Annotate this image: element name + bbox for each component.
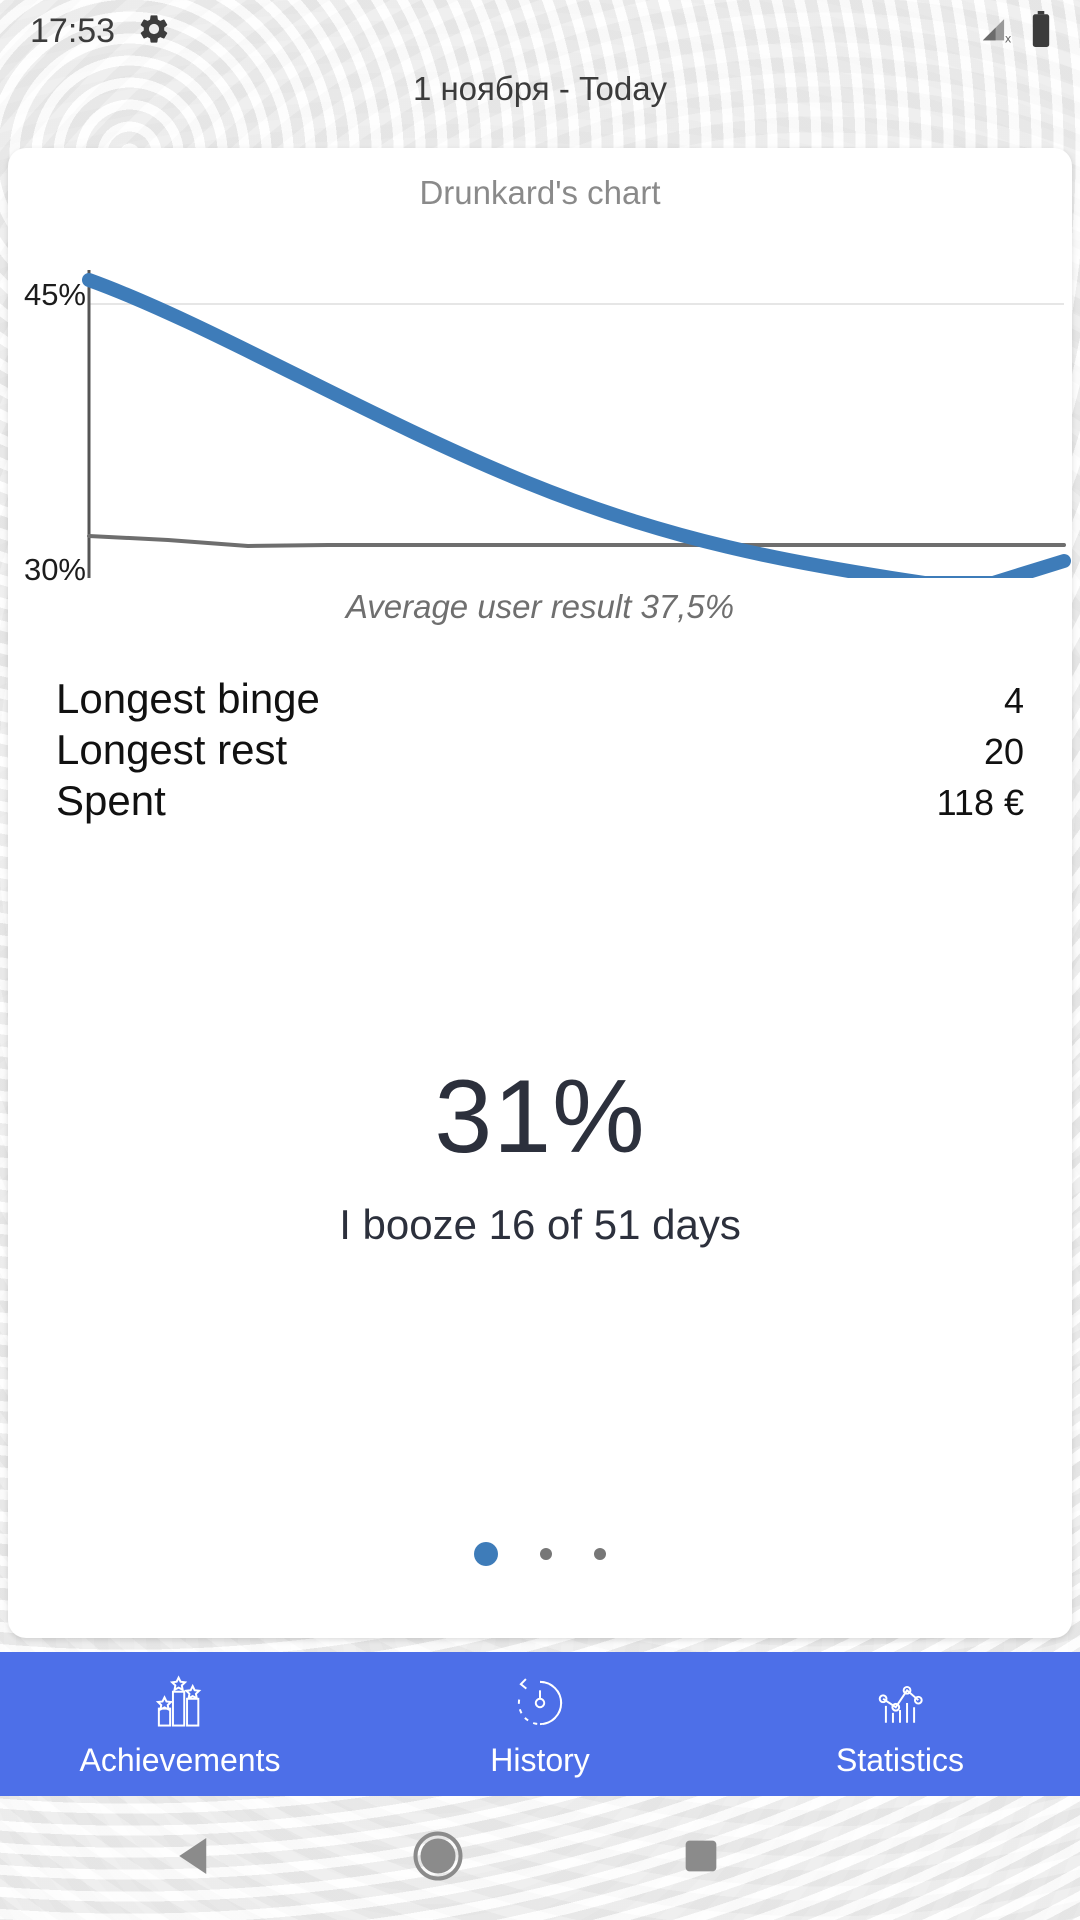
android-navigation-bar <box>0 1796 1080 1920</box>
statistics-chart-icon <box>869 1670 931 1736</box>
svg-text:x: x <box>1005 31 1012 45</box>
tab-label-history: History <box>490 1742 590 1779</box>
stat-label: Spent <box>56 776 166 825</box>
status-bar-left: 17:53 <box>30 12 171 51</box>
stats-list: Longest binge 4 Longest rest 20 Spent 11… <box>8 674 1072 827</box>
chart-plot-area <box>8 228 1072 578</box>
stat-value: 118 € <box>937 778 1024 827</box>
table-row: Spent 118 € <box>56 776 1024 827</box>
table-row: Longest rest 20 <box>56 725 1024 776</box>
drunkard-chart: 45% 30% <box>8 228 1072 578</box>
pager-dots[interactable] <box>8 1542 1072 1566</box>
recents-square-icon[interactable] <box>678 1833 724 1883</box>
status-bar: 17:53 x <box>0 0 1080 62</box>
signal-no-service-icon: x <box>980 12 1014 50</box>
tab-achievements[interactable]: Achievements <box>0 1652 360 1796</box>
pager-dot-3[interactable] <box>594 1548 606 1560</box>
history-clock-icon <box>509 1670 571 1736</box>
stat-label: Longest rest <box>56 725 287 774</box>
phone-screen: 17:53 x 1 ноябр <box>0 0 1080 1920</box>
average-user-line <box>89 536 1064 546</box>
battery-full-icon <box>1030 11 1052 51</box>
tab-label-statistics: Statistics <box>836 1742 964 1779</box>
achievements-bars-stars-icon <box>149 1670 211 1736</box>
tab-label-achievements: Achievements <box>80 1742 281 1779</box>
statistics-card: Drunkard's chart 45% 30% Average user re… <box>8 148 1072 1638</box>
stat-value: 4 <box>1004 676 1024 725</box>
pager-dot-2[interactable] <box>540 1548 552 1560</box>
average-user-caption: Average user result 37,5% <box>8 588 1072 626</box>
tab-history[interactable]: History <box>360 1652 720 1796</box>
table-row: Longest binge 4 <box>56 674 1024 725</box>
chart-title: Drunkard's chart <box>8 174 1072 212</box>
stat-value: 20 <box>984 727 1024 776</box>
gear-icon <box>137 12 171 50</box>
bottom-navigation: Achievements History <box>0 1652 1080 1796</box>
tab-statistics[interactable]: Statistics <box>720 1652 1080 1796</box>
big-percentage-subtitle: I booze 16 of 51 days <box>8 1201 1072 1249</box>
home-circle-icon[interactable] <box>408 1826 468 1890</box>
back-triangle-icon[interactable] <box>168 1829 222 1887</box>
status-bar-clock: 17:53 <box>30 12 115 51</box>
pager-dot-active[interactable] <box>474 1542 498 1566</box>
my-result-line <box>89 280 1064 578</box>
big-percentage: 31% <box>8 1065 1072 1169</box>
stat-label: Longest binge <box>56 674 320 723</box>
page-title: 1 ноября - Today <box>0 70 1080 108</box>
status-bar-right: x <box>980 11 1052 51</box>
